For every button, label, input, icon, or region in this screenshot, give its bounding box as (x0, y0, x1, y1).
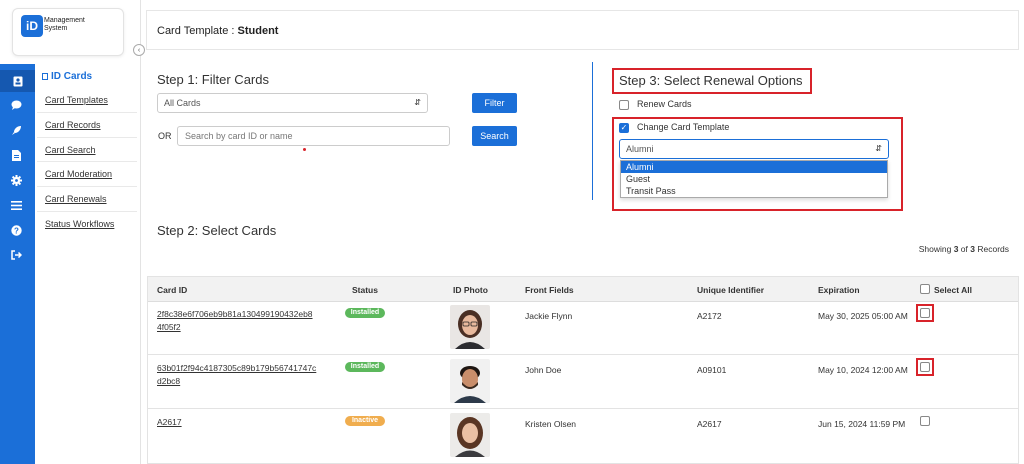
change-template-label: Change Card Template (637, 122, 730, 132)
status-badge: Inactive (345, 416, 385, 426)
col-card-id[interactable]: Card ID (157, 285, 187, 295)
step2-title: Step 2: Select Cards (157, 223, 277, 238)
id-photo (450, 413, 490, 457)
sidebar-section-id-cards[interactable]: ID Cards (37, 64, 137, 88)
table-row: A2617 Inactive Kristen Olsen A2617 Jun 1… (148, 410, 1018, 463)
template-option-alumni[interactable]: Alumni (621, 161, 887, 173)
unique-identifier-value: A09101 (697, 365, 727, 375)
template-option-transit-pass[interactable]: Transit Pass (621, 185, 887, 197)
or-label: OR (158, 131, 172, 141)
rocket-icon[interactable] (9, 123, 23, 137)
table-row: 63b01f2f94c4187305c89b179b56741747cd2bc8… (148, 356, 1018, 409)
step1-title: Step 1: Filter Cards (157, 72, 269, 87)
card-id-link[interactable]: 63b01f2f94c4187305c89b179b56741747cd2bc8 (157, 362, 317, 388)
col-id-photo: ID Photo (453, 285, 488, 295)
id-photo (450, 359, 490, 403)
template-dropdown-list: Alumni Guest Transit Pass (620, 160, 888, 198)
id-photo (450, 305, 490, 349)
search-button[interactable]: Search (472, 126, 517, 146)
step3-title: Step 3: Select Renewal Options (619, 73, 803, 88)
col-expiration[interactable]: Expiration (818, 285, 860, 295)
col-unique-identifier[interactable]: Unique Identifier (697, 285, 764, 295)
svg-text:?: ? (14, 226, 19, 235)
col-front-fields[interactable]: Front Fields (525, 285, 574, 295)
renew-cards-checkbox[interactable] (619, 100, 629, 110)
change-template-checkbox[interactable]: ✓ (619, 123, 629, 133)
col-status[interactable]: Status (352, 285, 378, 295)
document-icon[interactable] (9, 148, 23, 162)
front-fields-value: John Doe (525, 365, 562, 375)
logout-icon[interactable] (9, 248, 23, 262)
front-fields-value: Jackie Flynn (525, 311, 573, 321)
sidebar-item-card-templates[interactable]: Card Templates (37, 88, 137, 113)
card-id-link[interactable]: A2617 (157, 416, 317, 429)
icon-rail: ? (0, 64, 35, 464)
logo-badge: iD (21, 15, 43, 37)
page-title: Card Template : Student (157, 25, 279, 37)
sidebar-item-card-records[interactable]: Card Records (37, 113, 137, 138)
sidebar-item-status-workflows[interactable]: Status Workflows (37, 212, 137, 237)
table-row: 2f8c38e6f706eb9b81a130499190432eb84f05f2… (148, 302, 1018, 355)
select-all-checkbox[interactable] (920, 284, 930, 294)
id-card-icon[interactable] (0, 70, 35, 92)
sidebar-item-card-search[interactable]: Card Search (37, 138, 137, 163)
card-id-link[interactable]: 2f8c38e6f706eb9b81a130499190432eb84f05f2 (157, 308, 317, 334)
expiration-value: Jun 15, 2024 11:59 PM (818, 419, 906, 429)
collapse-sidebar-button[interactable]: ‹ (133, 44, 145, 56)
sidebar-nav: ID Cards Card Templates Card Records Car… (37, 64, 137, 237)
renew-cards-label: Renew Cards (637, 99, 692, 109)
logo: iD Management System (12, 8, 124, 56)
card-icon (42, 72, 48, 80)
expiration-value: May 30, 2025 05:00 AM (818, 311, 908, 321)
card-filter-select[interactable]: All Cards ⇵ (157, 93, 428, 113)
row-checkbox[interactable] (920, 362, 930, 372)
expiration-value: May 10, 2024 12:00 AM (818, 365, 908, 375)
row-checkbox[interactable] (920, 308, 930, 318)
red-dot-marker (303, 148, 306, 151)
status-badge: Installed (345, 308, 385, 318)
sidebar-divider (140, 0, 141, 464)
sidebar-item-card-moderation[interactable]: Card Moderation (37, 162, 137, 188)
chevron-left-icon: ‹ (137, 46, 141, 54)
records-count: Showing 3 of 3 Records (918, 244, 1009, 254)
filter-button[interactable]: Filter (472, 93, 517, 113)
row-checkbox[interactable] (920, 416, 930, 426)
unique-identifier-value: A2617 (697, 419, 722, 429)
unique-identifier-value: A2172 (697, 311, 722, 321)
search-input[interactable]: Search by card ID or name (177, 126, 450, 146)
step-divider (592, 62, 593, 200)
status-badge: Installed (345, 362, 385, 372)
page-header: Card Template : Student (146, 10, 1019, 50)
table-header: Card ID Status ID Photo Front Fields Uni… (148, 277, 1018, 302)
select-arrows-icon: ⇵ (414, 98, 421, 107)
front-fields-value: Kristen Olsen (525, 419, 577, 429)
chat-icon[interactable] (9, 98, 23, 112)
template-option-guest[interactable]: Guest (621, 173, 887, 185)
select-all-label: Select All (934, 285, 972, 295)
list-icon[interactable] (9, 198, 23, 212)
logo-text: Management System (44, 17, 85, 32)
gear-icon[interactable] (9, 173, 23, 187)
help-icon[interactable]: ? (9, 223, 23, 237)
sidebar-item-card-renewals[interactable]: Card Renewals (37, 187, 137, 212)
select-arrows-icon: ⇵ (875, 144, 882, 153)
template-select[interactable]: Alumni ⇵ (619, 139, 889, 159)
cards-table: Card ID Status ID Photo Front Fields Uni… (147, 276, 1019, 464)
